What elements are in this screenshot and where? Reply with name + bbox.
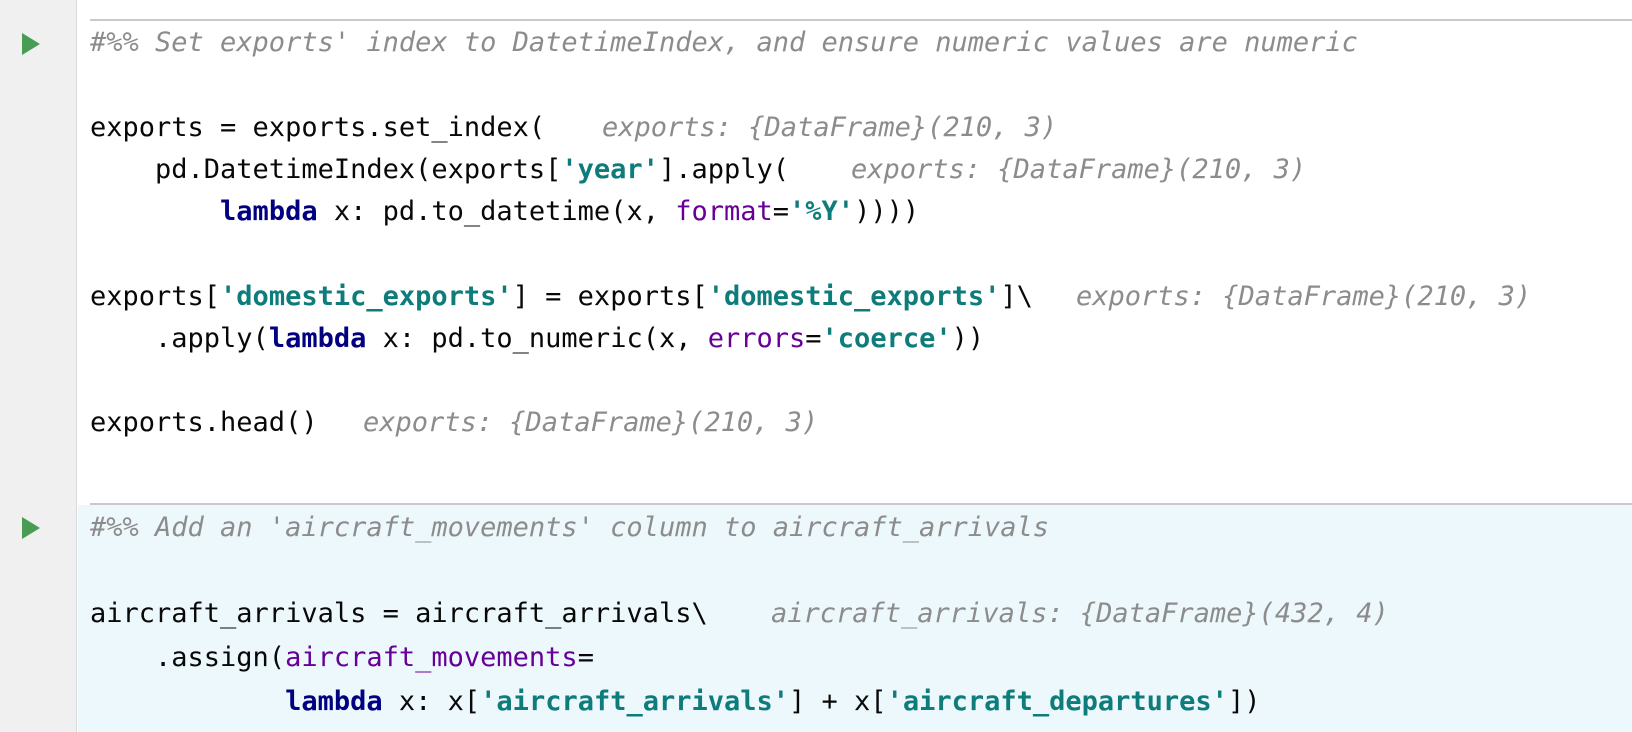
code-text: )): [951, 323, 985, 354]
keyword-argument: format: [675, 196, 773, 227]
code-text: x: pd.to_numeric(x,: [366, 323, 708, 354]
code-text: ]): [1227, 686, 1261, 717]
variable-inlay-hint: exports: {DataFrame}(210, 3): [602, 112, 1058, 143]
code-text: =: [772, 196, 790, 227]
code-line[interactable]: pd.DatetimeIndex(exports['year'].apply(: [90, 148, 789, 192]
code-text: ].apply(: [658, 154, 789, 185]
code-line[interactable]: exports['domestic_exports'] = exports['d…: [90, 275, 1033, 319]
code-line[interactable]: lambda x: pd.to_datetime(x, format='%Y')…: [90, 190, 919, 234]
code-text: exports[: [90, 281, 221, 312]
cell-comment: #%% Add an 'aircraft_movements' column t…: [90, 512, 1050, 543]
string-literal: 'aircraft_departures': [886, 686, 1228, 717]
keyword: lambda: [268, 323, 367, 354]
code-text: =: [805, 323, 822, 354]
play-icon: [22, 517, 40, 539]
code-text: .apply(: [90, 323, 269, 354]
code-line[interactable]: lambda x: x['aircraft_arrivals'] + x['ai…: [90, 680, 1260, 724]
variable-inlay-hint: aircraft_arrivals: {DataFrame}(432, 4): [771, 598, 1389, 629]
code-text: aircraft_arrivals = aircraft_arrivals\: [90, 598, 708, 629]
editor-gutter: [0, 0, 77, 732]
cell-separator: [90, 503, 1632, 505]
code-line[interactable]: .apply(lambda x: pd.to_numeric(x, errors…: [90, 317, 984, 361]
code-text: =: [577, 642, 594, 673]
keyword: lambda: [220, 196, 318, 227]
code-line[interactable]: .assign(aircraft_movements=: [90, 636, 594, 680]
play-icon: [22, 33, 40, 55]
code-text: ] = exports[: [512, 281, 708, 312]
variable-inlay-hint: exports: {DataFrame}(210, 3): [851, 154, 1307, 185]
code-text: x: x[: [382, 686, 481, 717]
run-cell-button[interactable]: [21, 516, 41, 540]
code-editor[interactable]: #%% Set exports' index to DatetimeIndex,…: [0, 0, 1632, 732]
code-text: pd.DatetimeIndex(exports[: [90, 154, 562, 185]
keyword: lambda: [285, 686, 383, 717]
keyword-argument: aircraft_movements: [285, 642, 578, 673]
code-text: x: pd.to_datetime(x,: [317, 196, 676, 227]
variable-inlay-hint: exports: {DataFrame}(210, 3): [363, 407, 819, 438]
code-text: )))): [854, 196, 920, 227]
code-text: ] + x[: [789, 686, 887, 717]
code-text: exports = exports.set_index(: [90, 112, 546, 143]
string-literal: 'aircraft_arrivals': [480, 686, 790, 717]
code-text: .assign(: [90, 642, 286, 673]
code-line[interactable]: exports = exports.set_index(: [90, 106, 545, 150]
string-literal: 'coerce': [821, 323, 952, 354]
string-literal: '%Y': [789, 196, 855, 227]
cell-comment: #%% Set exports' index to DatetimeIndex,…: [90, 27, 1358, 58]
code-text: ]\: [1000, 281, 1033, 312]
string-literal: 'domestic_exports': [707, 281, 1001, 312]
code-text: exports.head(): [90, 407, 318, 438]
code-line[interactable]: exports.head(): [90, 401, 318, 445]
variable-inlay-hint: exports: {DataFrame}(210, 3): [1076, 281, 1532, 312]
run-cell-button[interactable]: [21, 32, 41, 56]
string-literal: 'year': [561, 154, 659, 185]
code-line[interactable]: aircraft_arrivals = aircraft_arrivals\: [90, 592, 708, 636]
string-literal: 'domestic_exports': [220, 281, 513, 312]
keyword-argument: errors: [707, 323, 806, 354]
